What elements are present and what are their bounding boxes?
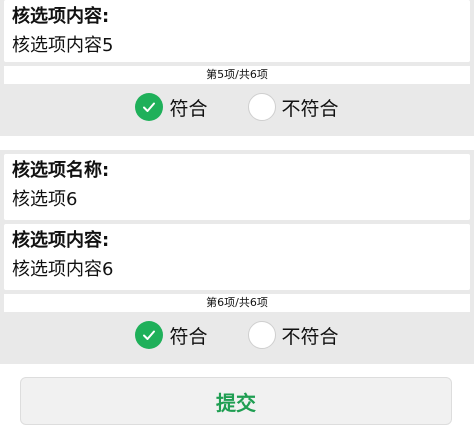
content-value: 核选项内容6 [12,259,114,280]
radio-checked-icon[interactable] [135,321,164,349]
name-card: 核选项名称: 核选项6 [4,154,470,220]
check-icon [143,102,156,112]
content-card: 核选项内容: 核选项内容6 [4,224,470,290]
option-compliant-label: 符合 [169,97,208,120]
content-card: 核选项内容: 核选项内容5 [4,0,470,62]
name-value: 核选项6 [12,189,78,210]
checklist-page: 核选项内容: 核选项内容5 第5项/共6项 符合 不符合 核选项名称: 核选项6 [0,0,474,431]
option-compliant[interactable]: 符合 [135,321,208,349]
item-counter: 第6项/共6项 [4,294,470,312]
radio-unchecked-icon[interactable] [247,93,276,121]
option-noncompliant-label: 不符合 [281,325,339,348]
compliance-radio-group: 符合 不符合 [4,316,470,354]
content-label: 核选项内容: [12,230,110,251]
content-label: 核选项内容: [12,6,110,27]
submit-area: 提交 [20,377,452,425]
option-noncompliant-label: 不符合 [281,97,339,120]
submit-button[interactable]: 提交 [20,377,452,425]
option-noncompliant[interactable]: 不符合 [247,93,339,121]
check-item-5: 核选项内容: 核选项内容5 第5项/共6项 符合 不符合 [0,0,474,136]
check-icon [143,330,156,340]
option-compliant-label: 符合 [169,325,208,348]
option-compliant[interactable]: 符合 [135,93,208,121]
compliance-radio-group: 符合 不符合 [4,88,470,126]
radio-unchecked-icon[interactable] [247,321,276,349]
option-noncompliant[interactable]: 不符合 [247,321,339,349]
item-counter: 第5项/共6项 [4,66,470,84]
check-item-6: 核选项名称: 核选项6 核选项内容: 核选项内容6 第6项/共6项 符合 不符合 [0,150,474,364]
content-value: 核选项内容5 [12,35,114,56]
name-label: 核选项名称: [12,160,110,181]
radio-checked-icon[interactable] [135,93,164,121]
